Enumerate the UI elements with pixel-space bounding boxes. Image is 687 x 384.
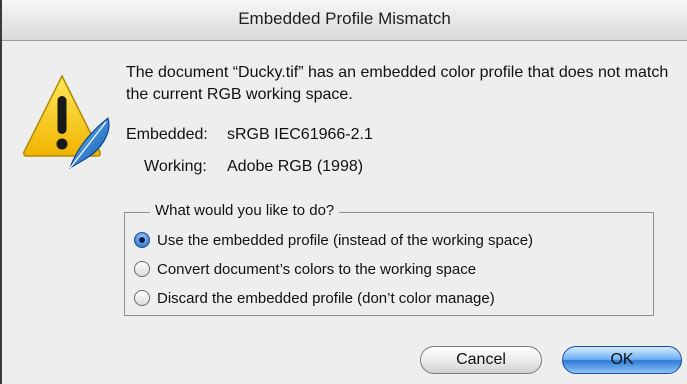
radio-button[interactable] [134, 261, 150, 277]
warning-icon [23, 74, 110, 170]
dialog-message: The document “Ducky.tif” has an embedded… [126, 64, 669, 103]
radio-button-selected[interactable] [134, 232, 150, 248]
option-label: Discard the embedded profile (don’t colo… [157, 289, 495, 307]
ok-button[interactable]: OK [562, 346, 682, 374]
embedded-profile-value: sRGB IEC61966-2.1 [227, 126, 373, 143]
cancel-button[interactable]: Cancel [420, 346, 542, 374]
action-choice-group: What would you like to do? Use the embed… [124, 202, 654, 316]
option-discard-embedded-profile[interactable]: Discard the embedded profile (don’t colo… [134, 287, 495, 309]
embedded-label: Embedded: [126, 126, 208, 143]
embedded-profile-mismatch-dialog: Embedded Profile Mismatch The document “… [0, 0, 687, 384]
option-convert-to-working-space[interactable]: Convert document’s colors to the working… [134, 258, 476, 280]
option-label: Convert document’s colors to the working… [157, 260, 477, 278]
choice-group-legend: What would you like to do? [150, 202, 340, 219]
dialog-title: Embedded Profile Mismatch [238, 9, 451, 28]
radio-button[interactable] [134, 290, 150, 306]
option-use-embedded-profile[interactable]: Use the embedded profile (instead of the… [134, 229, 533, 251]
embedded-profile-row: Embedded: sRGB IEC61966-2.1 [126, 126, 373, 144]
option-label: Use the embedded profile (instead of the… [157, 231, 534, 249]
working-label: Working: [144, 158, 207, 175]
working-space-row: Working: Adobe RGB (1998) [144, 158, 363, 176]
working-space-value: Adobe RGB (1998) [227, 158, 364, 175]
title-bar[interactable]: Embedded Profile Mismatch [2, 0, 687, 41]
